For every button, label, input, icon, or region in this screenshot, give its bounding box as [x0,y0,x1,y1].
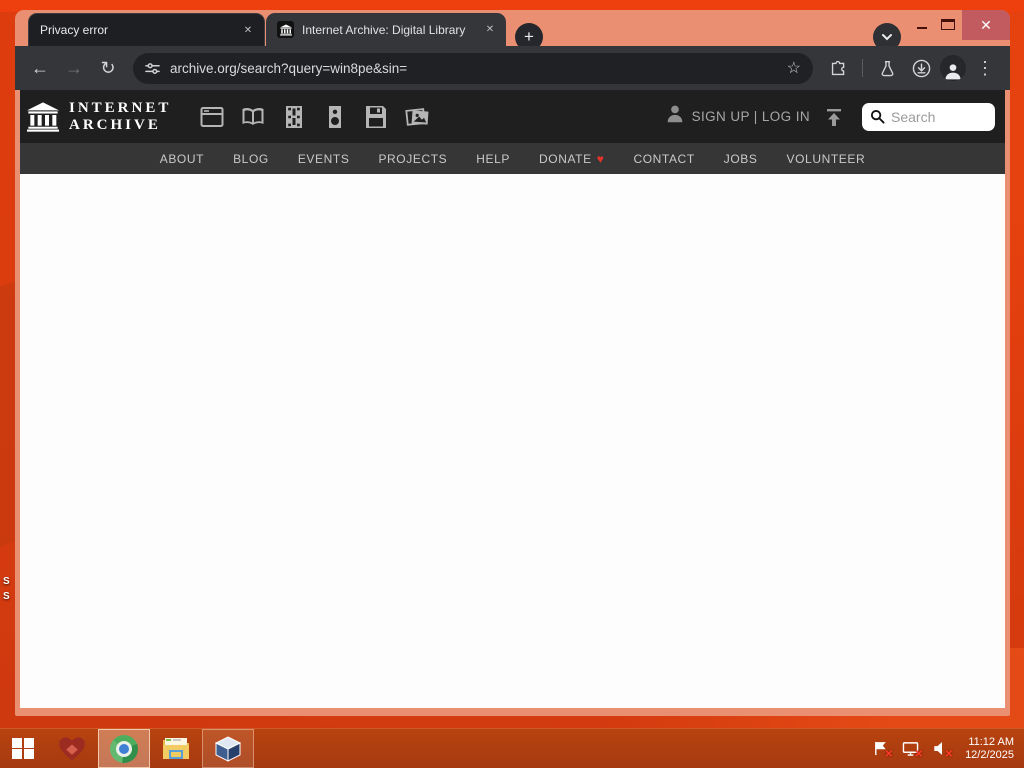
desktop-icon-label-fragment: S [3,591,10,602]
tab-title: Internet Archive: Digital Library [302,22,466,37]
audio-muted-icon[interactable]: ✕ [931,740,953,760]
nav-volunteer[interactable]: VOLUNTEER [787,152,866,166]
heart-app-icon [59,736,85,761]
minimize-button[interactable] [913,19,931,37]
software-icon[interactable] [363,105,389,129]
nav-events[interactable]: EVENTS [298,152,350,166]
downloads-button[interactable] [906,53,936,83]
search-input[interactable] [891,108,987,125]
clock-time: 11:12 AM [968,735,1014,748]
taskbar-clock[interactable]: 11:12 AM 12/2/2025 [961,736,1014,762]
reload-button[interactable]: ↻ [93,53,123,83]
web-icon[interactable] [199,105,225,129]
bookmark-star-icon[interactable]: ☆ [787,58,801,78]
taskbar-virtualbox[interactable] [202,729,254,768]
address-bar[interactable]: archive.org/search?query=win8pe&sin= ☆ [133,52,813,84]
browser-toolbar: ← → ↻ archive.org/search?query=win8pe&si… [15,46,1010,90]
taskbar-chrome[interactable] [98,729,150,768]
user-icon [664,103,686,130]
audio-icon[interactable] [322,105,348,129]
tab-close-icon[interactable]: ✕ [240,22,256,38]
archive-building-icon [27,101,59,132]
nav-donate[interactable]: DONATE ♥ [539,152,604,166]
heart-icon: ♥ [596,151,605,166]
experiments-flask-icon[interactable] [872,53,902,83]
archive-logotype: INTERNET ARCHIVE [69,100,172,133]
browser-menu-button[interactable]: ⋮ [970,53,1000,83]
nav-projects[interactable]: PROJECTS [378,152,447,166]
archive-search-box[interactable] [862,102,995,131]
archive-header-right: SIGN UP | LOG IN [664,102,995,131]
tab-strip: Privacy error ✕ Internet Archive: Digita… [15,10,1010,51]
nav-help[interactable]: HELP [476,152,510,166]
tab-title: Privacy error [40,23,109,37]
site-settings-icon[interactable] [145,61,160,76]
extensions-icon[interactable] [823,53,853,83]
maximize-button[interactable] [941,19,955,30]
nav-about[interactable]: ABOUT [160,152,204,166]
texts-icon[interactable] [240,105,266,129]
archive-header: INTERNET ARCHIVE SIGN UP | LOG IN Search [20,90,1005,143]
chrome-icon [110,734,138,763]
windows-logo-icon [12,737,34,760]
page-content: INTERNET ARCHIVE SIGN UP | LOG IN Search… [20,90,1005,708]
upload-icon[interactable] [824,107,844,127]
profile-avatar[interactable] [940,55,966,81]
toolbar-divider [862,59,863,77]
archive-results-area [20,174,1005,708]
close-window-button[interactable]: ✕ [962,10,1010,40]
system-tray: ✕ ✕ ✕ 11:12 AM 12/2/2025 [871,729,1024,768]
taskbar-file-explorer[interactable] [150,729,202,768]
tab-close-icon[interactable]: ✕ [482,22,498,38]
url-text[interactable]: archive.org/search?query=win8pe&sin= [170,61,787,76]
back-button[interactable]: ← [25,53,55,83]
archive-favicon-icon [277,21,294,38]
search-icon [870,109,885,124]
taskbar-heart-app[interactable] [46,729,98,768]
archive-logo[interactable]: INTERNET ARCHIVE [27,100,171,133]
forward-button[interactable]: → [59,53,89,83]
archive-navbar: ABOUT BLOG EVENTS PROJECTS HELP DONATE ♥ … [20,143,1005,174]
tab-privacy-error[interactable]: Privacy error ✕ [28,13,265,46]
media-type-icons [199,105,430,129]
action-center-alert-icon[interactable]: ✕ [871,740,893,760]
images-icon[interactable] [404,105,430,129]
browser-window: Privacy error ✕ Internet Archive: Digita… [15,10,1010,716]
signup-login-link[interactable]: SIGN UP | LOG IN [692,109,810,124]
taskbar: ✕ ✕ ✕ 11:12 AM 12/2/2025 [0,728,1024,768]
file-explorer-icon [163,737,189,759]
tab-internet-archive[interactable]: Internet Archive: Digital Library ✕ [266,13,506,46]
start-button[interactable] [0,729,46,768]
nav-blog[interactable]: BLOG [233,152,269,166]
clock-date: 12/2/2025 [965,748,1014,761]
video-icon[interactable] [281,105,307,129]
desktop-icon-label-fragment: S [3,576,10,587]
nav-contact[interactable]: CONTACT [633,152,694,166]
network-disconnected-icon[interactable]: ✕ [901,740,923,760]
virtualbox-icon [214,735,242,762]
nav-jobs[interactable]: JOBS [724,152,758,166]
